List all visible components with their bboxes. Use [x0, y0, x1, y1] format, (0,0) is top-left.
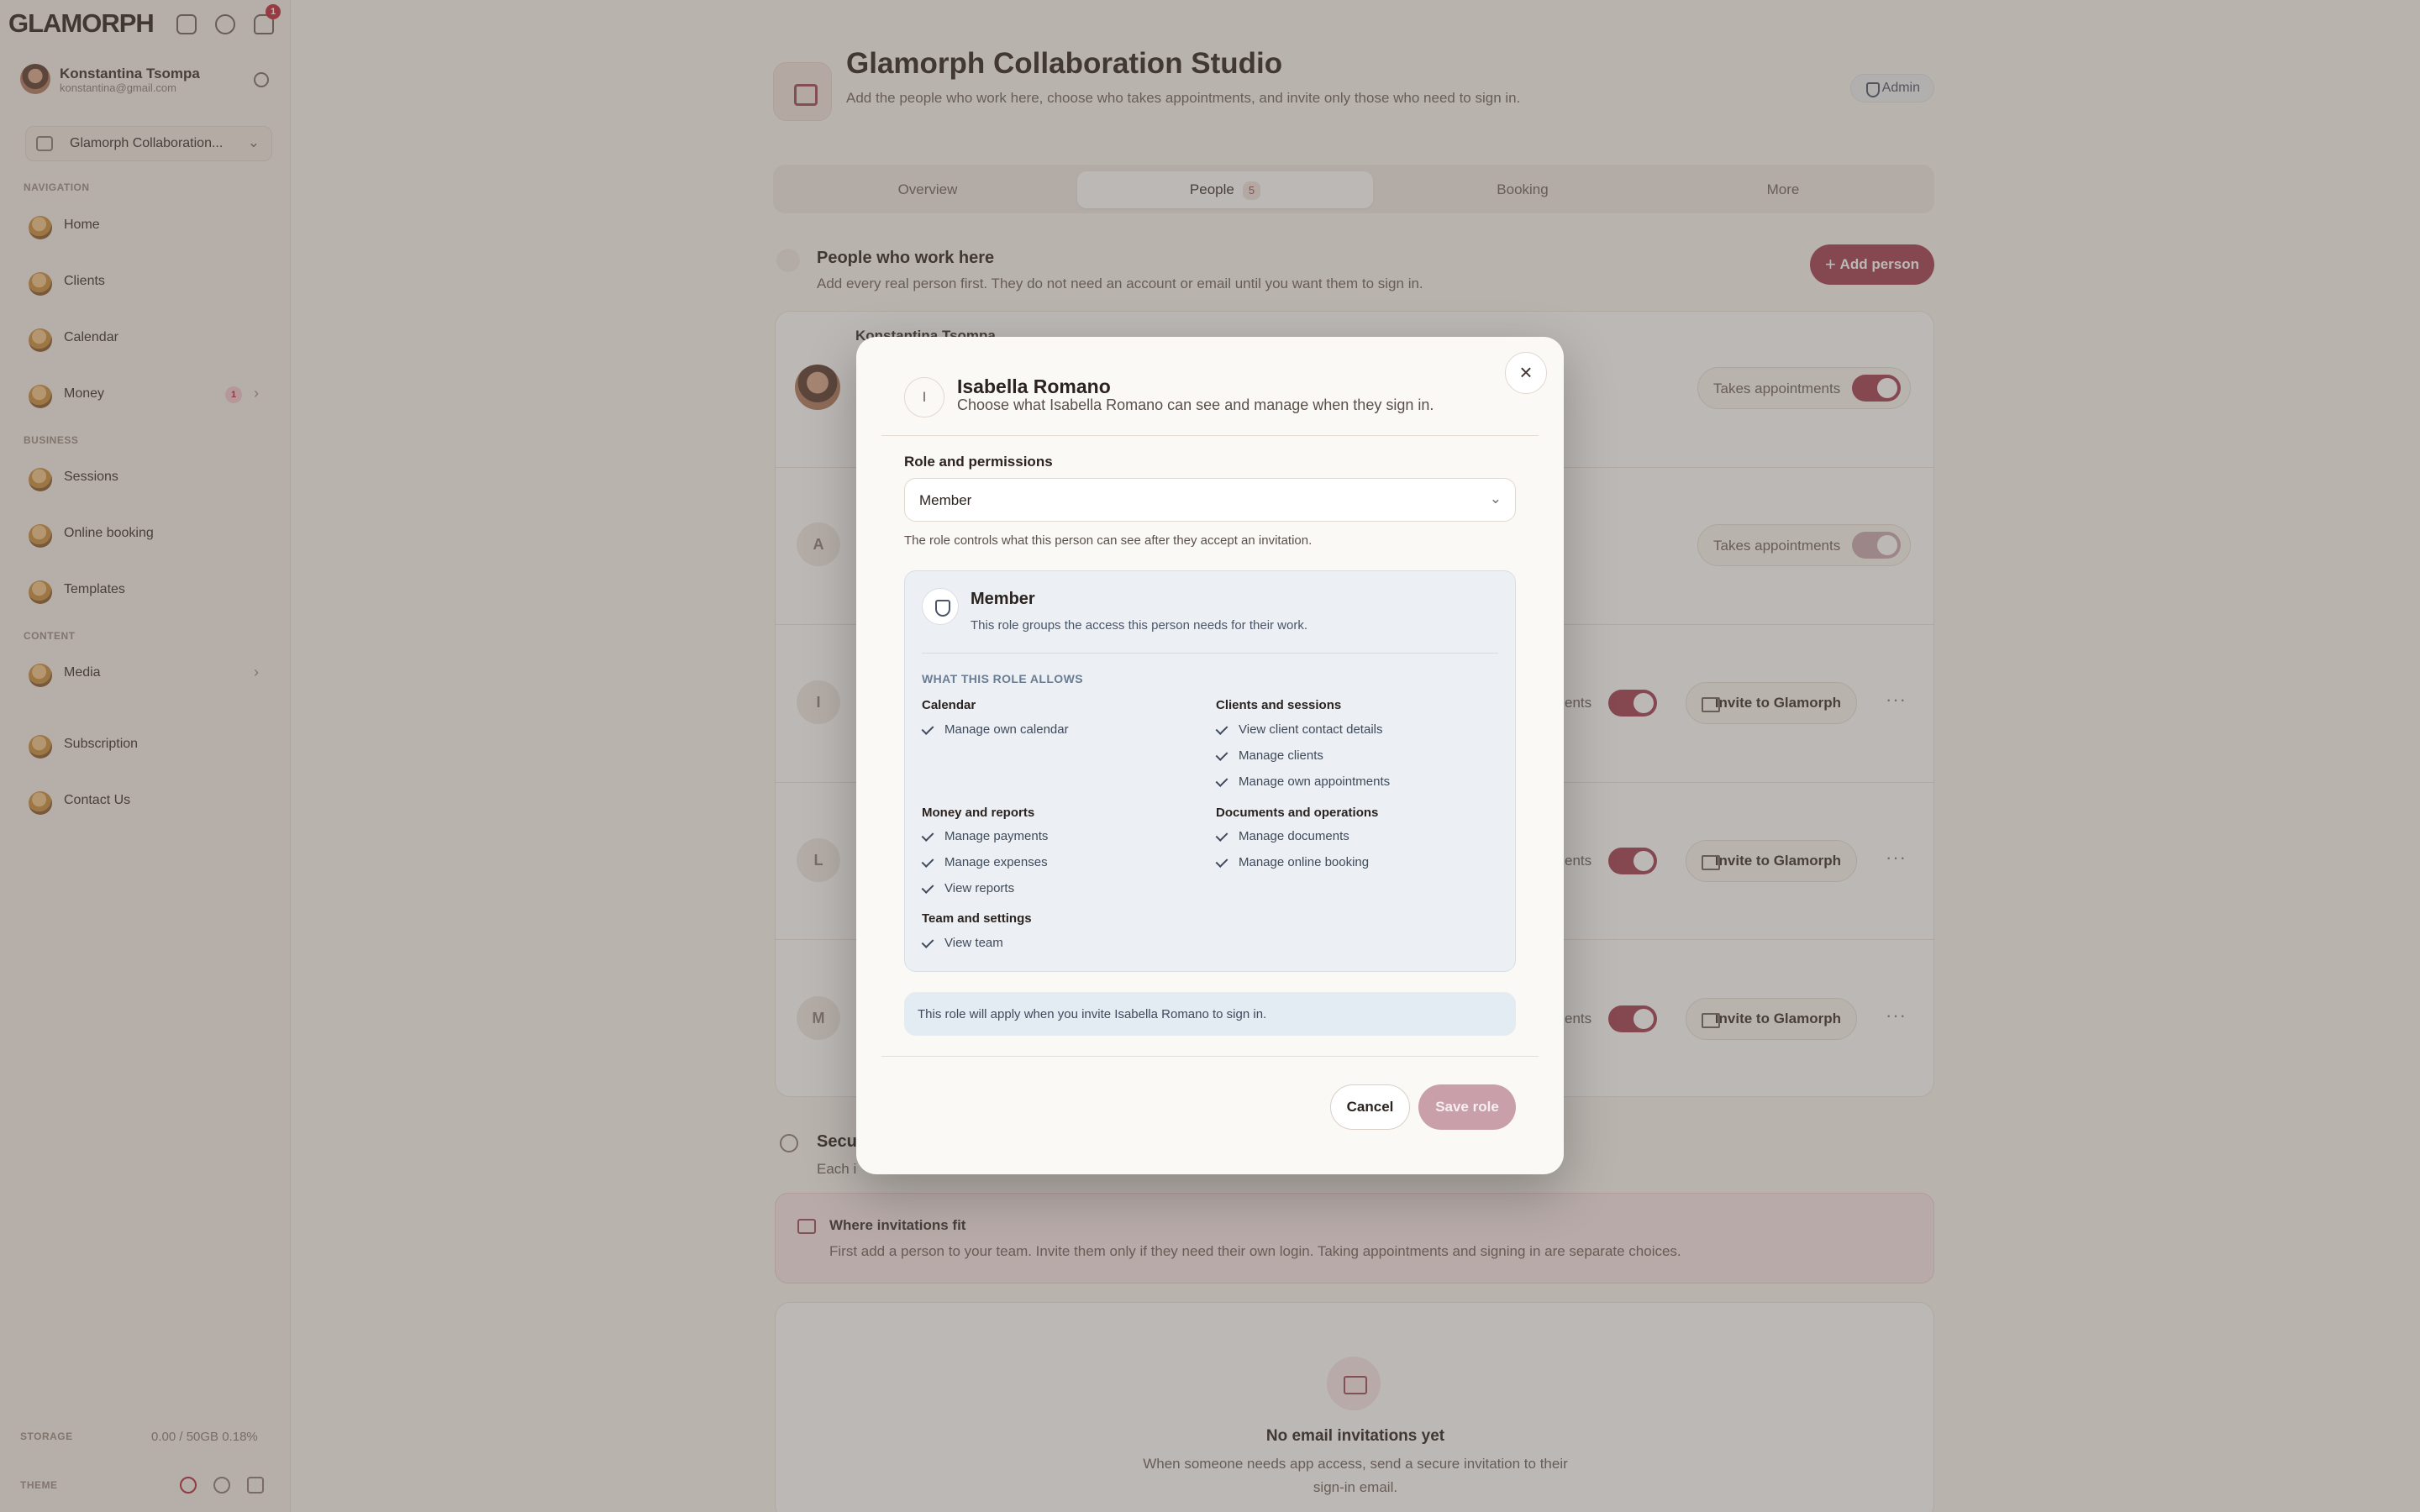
role-label: Role and permissions: [904, 454, 1053, 470]
permission-group-title: Calendar: [922, 698, 976, 712]
permission-item: Manage clients: [1216, 748, 1323, 763]
info-note-text: This role will apply when you invite Isa…: [918, 1007, 1267, 1021]
divider: [922, 653, 1498, 654]
permission-item: View team: [922, 936, 1003, 950]
edit-role-modal: I Isabella Romano Choose what Isabella R…: [856, 337, 1564, 1174]
role-permissions-card: Member This role groups the access this …: [904, 570, 1516, 972]
permission-group-title: Clients and sessions: [1216, 698, 1342, 712]
role-allows-heading: WHAT THIS ROLE ALLOWS: [922, 672, 1083, 685]
permission-item: View client contact details: [1216, 722, 1382, 737]
chevron-down-icon: ⌄: [1489, 491, 1502, 507]
permission-item: Manage expenses: [922, 855, 1048, 869]
role-card-title: Member: [971, 590, 1035, 608]
info-note: This role will apply when you invite Isa…: [904, 992, 1516, 1036]
shield-icon: [922, 588, 959, 625]
divider: [881, 435, 1539, 436]
permission-item: Manage payments: [922, 829, 1048, 843]
permission-item: Manage documents: [1216, 829, 1349, 843]
permission-item: Manage own calendar: [922, 722, 1069, 737]
permission-item: View reports: [922, 881, 1014, 895]
permission-item: Manage own appointments: [1216, 774, 1390, 789]
divider: [881, 1056, 1539, 1057]
permission-group-title: Money and reports: [922, 806, 1035, 820]
permission-item: Manage online booking: [1216, 855, 1369, 869]
modal-avatar: I: [904, 377, 944, 417]
role-select[interactable]: Member ⌄: [904, 478, 1516, 522]
role-card-subtitle: This role groups the access this person …: [971, 618, 1308, 633]
modal-title: Isabella Romano: [957, 375, 1111, 397]
cancel-button[interactable]: Cancel: [1330, 1084, 1410, 1130]
permission-group-title: Documents and operations: [1216, 806, 1379, 820]
modal-subtitle: Choose what Isabella Romano can see and …: [957, 396, 1434, 413]
close-icon[interactable]: ×: [1505, 352, 1547, 394]
role-select-value: Member: [919, 492, 972, 508]
role-hint: The role controls what this person can s…: [904, 533, 1313, 548]
permission-group-title: Team and settings: [922, 911, 1032, 926]
save-role-button[interactable]: Save role: [1418, 1084, 1516, 1130]
